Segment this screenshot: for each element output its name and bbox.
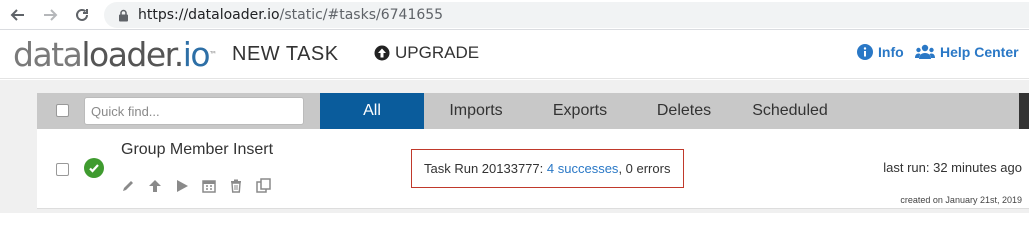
forward-button[interactable] — [38, 3, 62, 27]
help-center-link[interactable]: Help Center — [915, 44, 1019, 60]
upgrade-button[interactable]: UPGRADE — [374, 43, 479, 63]
tab-imports[interactable]: Imports — [428, 93, 524, 129]
app-header: dataloader.io™ NEW TASK UPGRADE Info Hel… — [0, 31, 1029, 79]
logo-text-loader: loader. — [81, 35, 184, 74]
task-name[interactable]: Group Member Insert — [121, 141, 273, 159]
trash-icon[interactable] — [228, 178, 244, 194]
logo-text-io: io — [182, 35, 211, 74]
tab-exports[interactable]: Exports — [535, 93, 625, 129]
task-run-successes-link[interactable]: 4 successes — [547, 161, 619, 176]
reload-icon — [76, 8, 88, 21]
url-path: /static/#tasks/6741655 — [279, 7, 444, 23]
url-host: https://dataloader.io — [138, 7, 280, 23]
forward-arrow-icon — [44, 9, 58, 21]
upgrade-label: UPGRADE — [395, 43, 480, 62]
edit-icon[interactable] — [120, 178, 136, 194]
reload-button[interactable] — [70, 3, 94, 27]
url-text: https://dataloader.io/static/#tasks/6741… — [138, 7, 443, 23]
calendar-icon[interactable] — [201, 178, 217, 194]
tab-scheduled[interactable]: Scheduled — [740, 93, 840, 129]
back-button[interactable] — [6, 3, 30, 27]
select-all-checkbox[interactable] — [56, 104, 69, 117]
info-icon — [857, 44, 873, 60]
task-run-errors: , 0 errors — [618, 161, 671, 176]
task-row-checkbox[interactable] — [56, 163, 69, 176]
task-run-prefix: Task Run 20133777: — [424, 161, 544, 176]
logo-trademark: ™ — [209, 50, 218, 59]
created-date-text: created on January 21st, 2019 — [900, 195, 1022, 205]
last-run-text: last run: 32 minutes ago — [883, 160, 1022, 175]
toolbar-edge — [1019, 93, 1029, 129]
upload-icon[interactable] — [147, 178, 163, 194]
upgrade-arrow-icon — [374, 45, 390, 61]
tab-all[interactable]: All — [320, 93, 424, 129]
info-link[interactable]: Info — [857, 44, 904, 60]
copy-icon[interactable] — [256, 178, 272, 194]
logo-text-data: data — [13, 35, 83, 74]
users-icon — [915, 44, 935, 59]
task-run-summary: Task Run 20133777: 4 successes, 0 errors — [411, 149, 684, 188]
info-label: Info — [878, 44, 904, 60]
play-icon[interactable] — [174, 178, 190, 194]
dataloader-logo[interactable]: dataloader.io™ — [13, 37, 217, 73]
new-task-button[interactable]: NEW TASK — [232, 43, 339, 66]
tab-deletes[interactable]: Deletes — [640, 93, 728, 129]
lock-icon — [116, 8, 130, 22]
quick-find-input[interactable] — [84, 97, 304, 125]
back-arrow-icon — [10, 9, 24, 21]
browser-toolbar: https://dataloader.io/static/#tasks/6741… — [0, 0, 1029, 30]
address-bar[interactable]: https://dataloader.io/static/#tasks/6741… — [104, 2, 1029, 28]
success-check-icon — [84, 158, 104, 178]
help-center-label: Help Center — [940, 44, 1019, 60]
